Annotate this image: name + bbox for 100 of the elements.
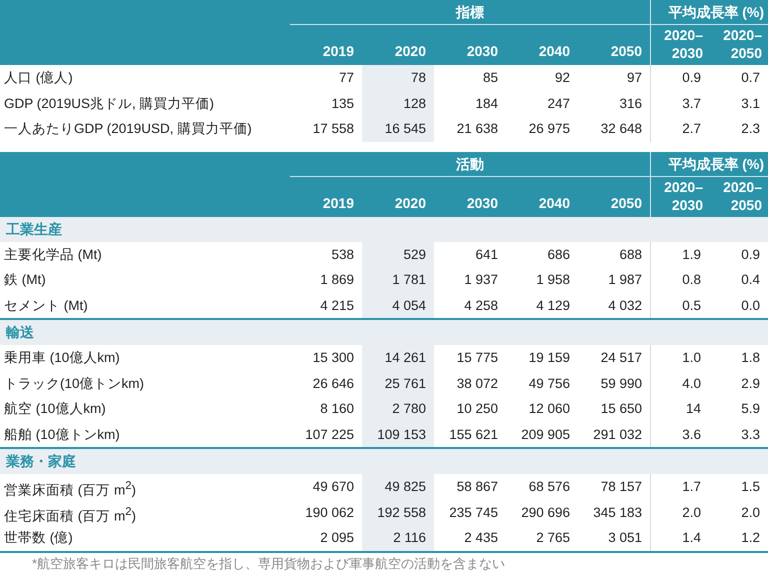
- table-cell-text: 2 095: [319, 529, 355, 547]
- table-cell-text: 85: [482, 69, 499, 87]
- section-heading: 業務・家庭: [0, 447, 768, 474]
- table-cell-text: 1.5: [740, 478, 761, 496]
- column-header: 2020–2050: [709, 176, 768, 216]
- table-cell-text: 1 987: [607, 271, 643, 289]
- table-cell-text: 291 032: [592, 426, 643, 444]
- table-cell-text: 15 775: [456, 349, 499, 367]
- row-label: トラック(10億トンkm): [3, 374, 146, 393]
- table-cell-text: 641: [474, 246, 499, 264]
- table-cell: 2.7: [650, 116, 709, 142]
- table-cell: 2 780: [362, 396, 434, 422]
- table-cell-text: 5.9: [740, 400, 761, 418]
- table-cell-text: 4 032: [607, 296, 643, 314]
- table-cell-text: 49 756: [528, 374, 571, 392]
- table-cell: 192 558: [362, 500, 434, 525]
- table-cell-text: 316: [618, 94, 643, 112]
- table-cell: 1.0: [650, 345, 709, 370]
- table-cell-text: 1 958: [535, 271, 571, 289]
- table-cell: 4.0: [650, 370, 709, 396]
- table-cell-text: 77: [338, 69, 355, 87]
- table-cell-text: 1.2: [740, 529, 761, 547]
- column-header: 2020–2030: [650, 25, 709, 65]
- table-cell-text: 1 937: [463, 271, 499, 289]
- section-heading: 工業生産: [0, 216, 768, 242]
- column-header: 2050: [578, 176, 650, 216]
- table-cell-text: 1 869: [319, 271, 355, 289]
- table-cell: 2 116: [362, 525, 434, 550]
- table-cell-text: 59 990: [600, 374, 643, 392]
- row-label: 住宅床面積 (百万 m$^{2}$): [3, 504, 138, 525]
- table-cell-text: 107 225: [304, 426, 355, 444]
- table-cell-text: 68 576: [528, 478, 571, 496]
- table-cell: 529: [362, 242, 434, 267]
- column-group-header: 平均成長率 (%): [650, 152, 768, 176]
- column-header: 2019: [290, 176, 362, 216]
- table-cell-text: 3.1: [740, 94, 761, 112]
- row-label: 人口 (億人): [3, 69, 74, 87]
- table-cell-text: 135: [330, 94, 355, 112]
- table-cell: 2.0: [650, 500, 709, 525]
- column-header: 2020: [362, 176, 434, 216]
- table-cell-text: 290 696: [520, 504, 571, 522]
- table-cell-text: 2.9: [740, 374, 761, 392]
- table-cell-text: 538: [330, 246, 355, 264]
- table-cell: 16 545: [362, 116, 434, 142]
- section-heading: 輸送: [0, 318, 768, 345]
- table-cell-text: 2 765: [535, 529, 571, 547]
- table-cell-text: 26 975: [528, 120, 571, 138]
- table-cell-text: 3.3: [740, 426, 761, 444]
- table-cell-text: 0.7: [740, 69, 761, 87]
- row-label: 一人あたりGDP (2019USD, 購買力平価): [3, 120, 253, 138]
- table-cell-text: 24 517: [600, 349, 643, 367]
- table-cell: 25 761: [362, 370, 434, 396]
- table-cell-text: 2.3: [740, 120, 761, 138]
- table-cell-text: 15 300: [312, 349, 355, 367]
- column-header: 2040: [506, 25, 578, 65]
- table-cell-text: 19 159: [528, 349, 571, 367]
- table-cell-text: 345 183: [592, 504, 643, 522]
- table-cell-text: 1.8: [740, 349, 761, 367]
- table-cell-text: 688: [618, 246, 643, 264]
- table-cell: 1.4: [650, 525, 709, 550]
- table-cell-text: 12 060: [528, 400, 571, 418]
- column-header: 2040: [506, 176, 578, 216]
- row-label: GDP (2019US兆ドル, 購買力平価): [3, 94, 216, 113]
- table-cell-text: 21 638: [456, 120, 499, 138]
- table-cell-text: 0.0: [740, 296, 761, 314]
- table-cell-text: 0.9: [740, 246, 761, 264]
- row-label: 船舶 (10億トンkm): [3, 426, 121, 444]
- table-cell-text: 3 051: [607, 529, 643, 547]
- row-label: 乗用車 (10億人km): [3, 349, 121, 367]
- table-cell-text: 8 160: [319, 400, 355, 418]
- table-cell: 1 781: [362, 267, 434, 292]
- table-cell-text: 32 648: [600, 120, 643, 138]
- table-cell: 14 261: [362, 345, 434, 370]
- column-header: 2030: [434, 176, 506, 216]
- table-cell: 3.7: [650, 90, 709, 116]
- row-label: 主要化学品 (Mt): [3, 246, 103, 264]
- table-cell-text: 2 435: [463, 529, 499, 547]
- table-cell-text: 686: [546, 246, 571, 264]
- column-group-header: 指標: [290, 0, 650, 25]
- column-group-header: 活動: [290, 152, 650, 176]
- table-cell: 78: [362, 65, 434, 90]
- table-cell: 109 153: [362, 422, 434, 447]
- table-cell-text: 58 867: [456, 478, 499, 496]
- table-cell-text: 2.0: [740, 504, 761, 522]
- table-cell-text: 247: [546, 94, 571, 112]
- table-cell-text: 209 905: [520, 426, 571, 444]
- table-cell-text: 49 670: [312, 478, 355, 496]
- table-cell-text: 38 072: [456, 374, 499, 392]
- column-header: 2020: [362, 25, 434, 65]
- row-label: 鉄 (Mt): [3, 271, 47, 289]
- table-cell: 49 825: [362, 474, 434, 500]
- column-header: 2020–2030: [650, 176, 709, 216]
- table-cell-text: 15 650: [600, 400, 643, 418]
- row-label: 営業床面積 (百万 m$^{2}$): [3, 479, 138, 500]
- table-cell-text: 92: [554, 69, 571, 87]
- table-cell-text: 235 745: [448, 504, 499, 522]
- row-label: セメント (Mt): [3, 296, 89, 315]
- table-cell-text: 10 250: [456, 400, 499, 418]
- table-cell: 128: [362, 90, 434, 116]
- table-cell: 14: [650, 396, 709, 422]
